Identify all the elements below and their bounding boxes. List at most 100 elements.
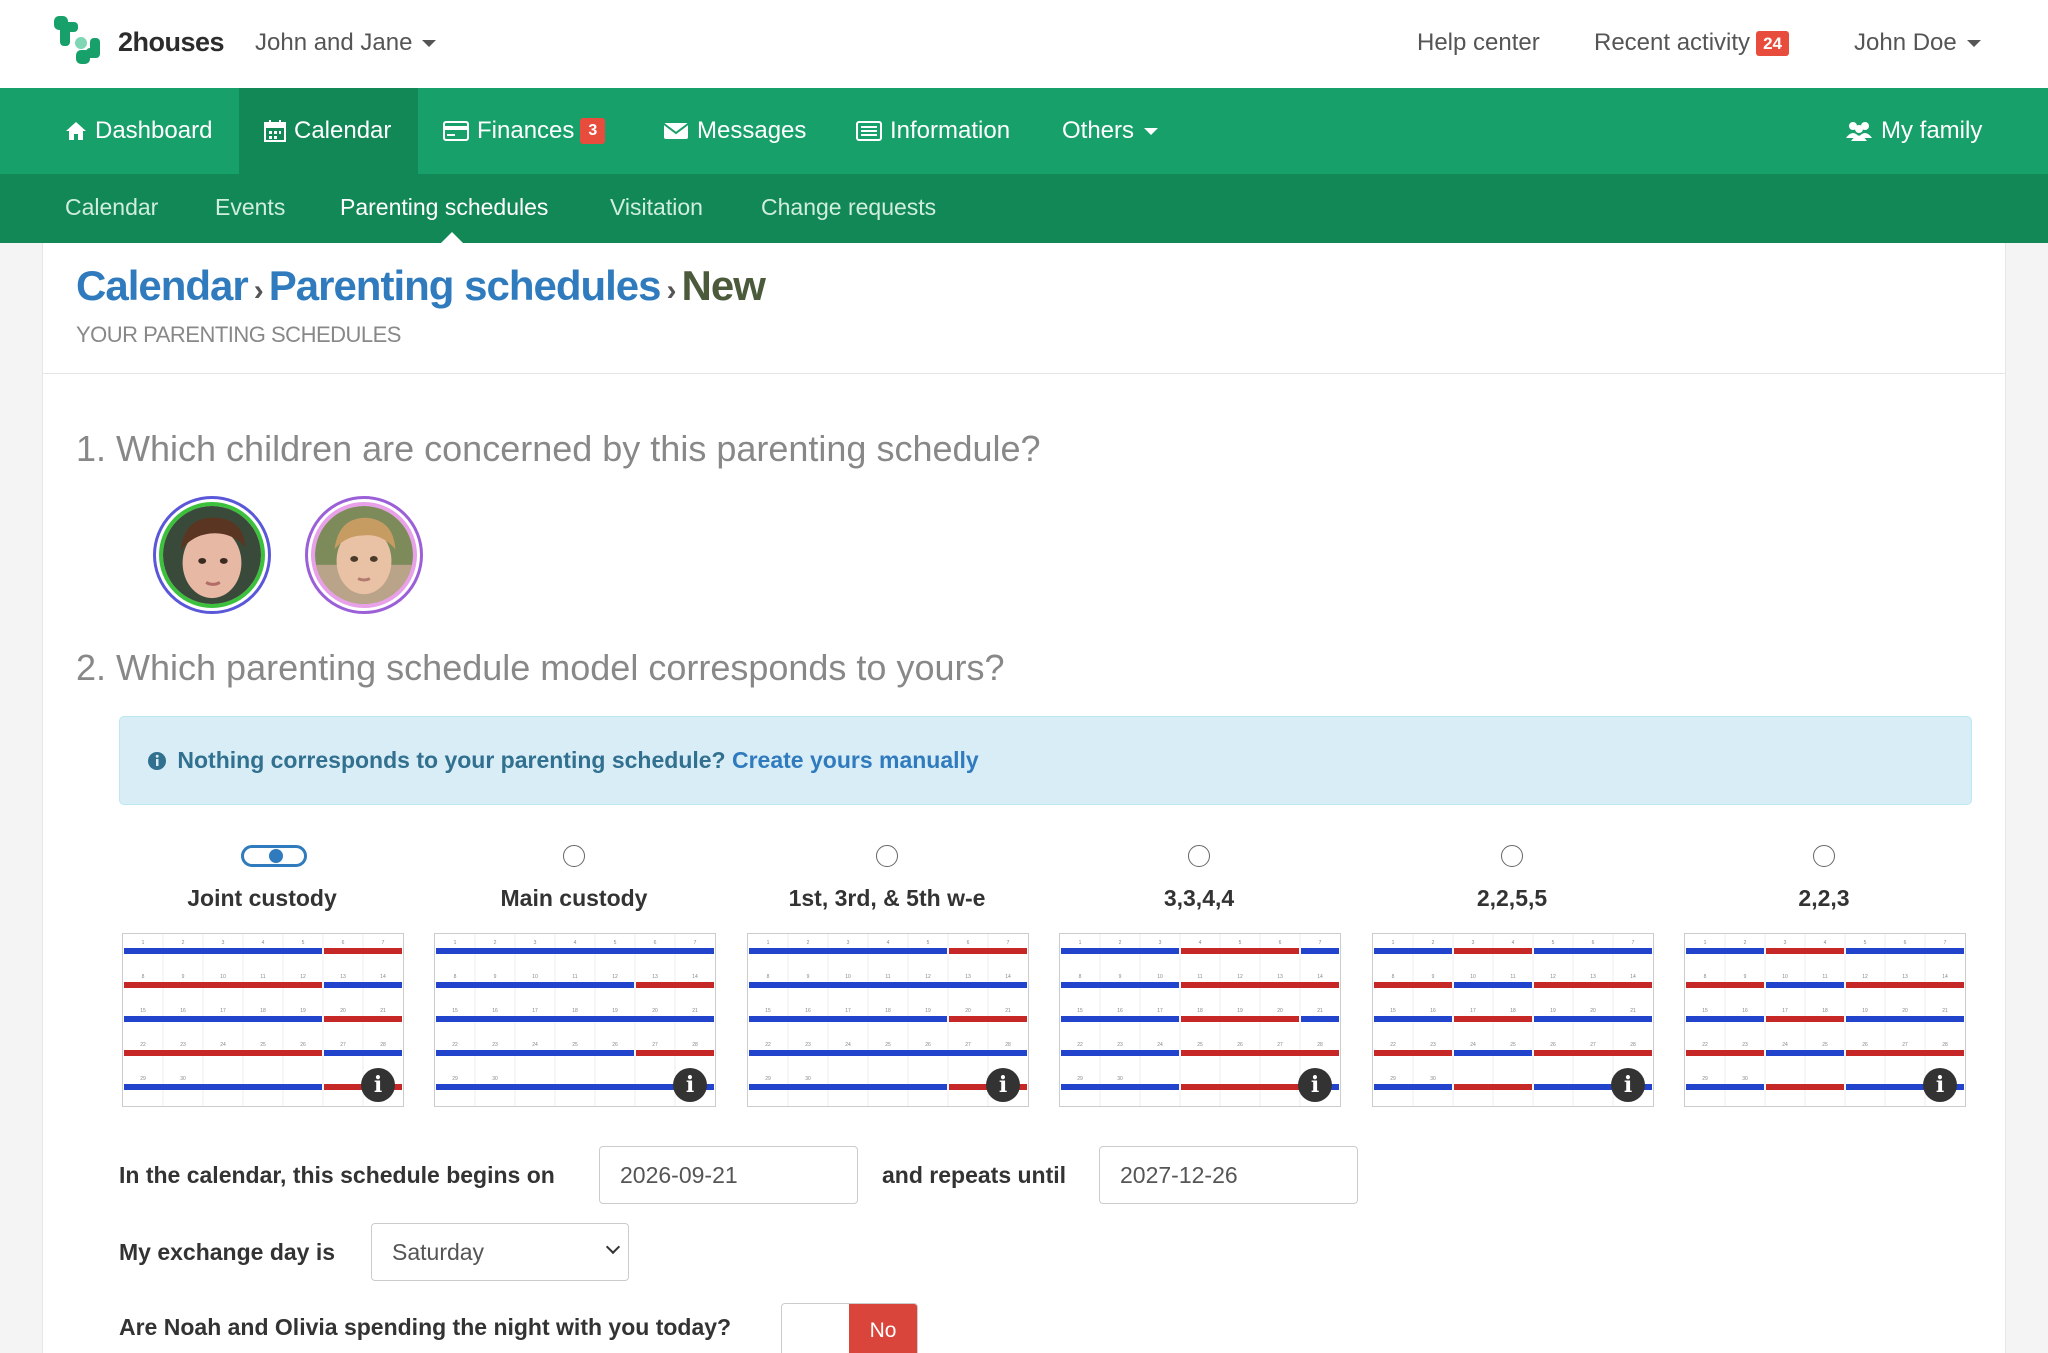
calendar-day-number: 12: [1862, 974, 1868, 980]
schedule-model-radio[interactable]: [563, 845, 585, 867]
overnight-toggle[interactable]: No: [781, 1303, 918, 1353]
family-switcher-label: John and Jane: [255, 29, 413, 56]
family-switcher[interactable]: John and Jane: [255, 29, 437, 57]
main-nav: Dashboard Calendar Finances 3 Messages In…: [0, 88, 2048, 174]
calendar-day-number: 6: [1904, 940, 1907, 946]
nav-calendar[interactable]: Calendar: [239, 88, 418, 174]
schedule-segment: [1374, 948, 1452, 954]
child-photo: [315, 506, 413, 604]
calendar-day-number: 2: [807, 940, 810, 946]
users-icon: [1846, 122, 1872, 141]
calendar-day-number: 25: [1510, 1042, 1516, 1048]
info-icon[interactable]: i: [1611, 1068, 1645, 1102]
user-menu[interactable]: John Doe: [1854, 29, 1981, 57]
calendar-day-number: 8: [142, 974, 145, 980]
calendar-day-number: 3: [1159, 940, 1162, 946]
info-icon[interactable]: i: [673, 1068, 707, 1102]
schedule-segment: [1181, 982, 1339, 988]
schedule-segment: [436, 982, 634, 988]
breadcrumb: Calendar › Parenting schedules › New: [76, 262, 766, 310]
calendar-day-number: 28: [1317, 1042, 1323, 1048]
schedule-segment: [124, 948, 322, 954]
calendar-day-number: 9: [494, 974, 497, 980]
calendar-day-number: 1: [1079, 940, 1082, 946]
create-manually-link[interactable]: Create yours manually: [732, 747, 979, 773]
schedule-segment: [1061, 948, 1179, 954]
calendar-day-number: 29: [1077, 1076, 1083, 1082]
schedule-segment: [949, 948, 1027, 954]
schedule-segment: [324, 1016, 402, 1022]
nav-dashboard[interactable]: Dashboard: [40, 88, 237, 174]
schedule-segment: [124, 982, 322, 988]
calendar-day-number: 7: [1632, 940, 1635, 946]
subnav-visitation[interactable]: Visitation: [610, 194, 703, 221]
calendar-day-number: 5: [1239, 940, 1242, 946]
nav-others[interactable]: Others: [1037, 88, 1183, 174]
breadcrumb-calendar[interactable]: Calendar: [76, 262, 249, 309]
calendar-day-number: 12: [1550, 974, 1556, 980]
schedule-segment: [1534, 948, 1652, 954]
subnav-change-requests[interactable]: Change requests: [761, 194, 936, 221]
nav-finances[interactable]: Finances 3: [418, 88, 630, 174]
logo-icon[interactable]: [50, 12, 112, 74]
calendar-day-number: 27: [1902, 1042, 1908, 1048]
breadcrumb-parenting-schedules[interactable]: Parenting schedules: [269, 262, 662, 309]
chevron-down-icon: [605, 1239, 621, 1255]
subnav-parenting-schedules[interactable]: Parenting schedules: [340, 194, 548, 221]
schedule-segment: [124, 1016, 322, 1022]
nav-my-family[interactable]: My family: [1820, 88, 2007, 174]
nav-information[interactable]: Information: [831, 88, 1035, 174]
calendar-day-number: 18: [1510, 1008, 1516, 1014]
info-icon[interactable]: i: [986, 1068, 1020, 1102]
child-avatar-olivia[interactable]: [305, 496, 423, 614]
calendar-day-number: 19: [300, 1008, 306, 1014]
recent-activity-link[interactable]: Recent activity 24: [1594, 29, 1789, 57]
subnav-calendar[interactable]: Calendar: [65, 194, 158, 221]
repeats-date-input[interactable]: 2027-12-26: [1099, 1146, 1358, 1204]
calendar-day-number: 11: [572, 974, 577, 980]
calendar-day-number: 4: [574, 940, 577, 946]
schedule-model-radio[interactable]: [1501, 845, 1523, 867]
calendar-day-number: 15: [1390, 1008, 1396, 1014]
calendar-day-number: 15: [140, 1008, 146, 1014]
calendar-day-number: 28: [692, 1042, 698, 1048]
info-icon[interactable]: i: [361, 1068, 395, 1102]
calendar-day-number: 7: [382, 940, 385, 946]
calendar-day-number: 7: [1007, 940, 1010, 946]
calendar-day-number: 18: [260, 1008, 266, 1014]
calendar-day-number: 22: [765, 1042, 771, 1048]
calendar-day-number: 30: [805, 1076, 811, 1082]
schedule-segment: [124, 1050, 322, 1056]
schedule-model-radio[interactable]: [876, 845, 898, 867]
schedule-segment: [1301, 948, 1339, 954]
calendar-day-number: 25: [885, 1042, 891, 1048]
schedule-model-radio[interactable]: [241, 845, 307, 867]
info-icon[interactable]: i: [1298, 1068, 1332, 1102]
schedule-model-label: 1st, 3rd, & 5th w-e: [788, 885, 986, 911]
schedule-model-radio[interactable]: [1813, 845, 1835, 867]
child-avatar-noah[interactable]: [153, 496, 271, 614]
exchange-day-select[interactable]: Saturday: [371, 1223, 629, 1281]
schedule-segment: [1181, 1084, 1299, 1090]
begins-date-input[interactable]: 2026-09-21: [599, 1146, 858, 1204]
schedule-segment: [1686, 982, 1764, 988]
brand-name[interactable]: 2houses: [118, 27, 225, 58]
calendar-day-number: 11: [260, 974, 265, 980]
schedule-segment: [1686, 1016, 1764, 1022]
calendar-day-number: 17: [532, 1008, 538, 1014]
calendar-day-number: 21: [1005, 1008, 1011, 1014]
schedule-model-radio[interactable]: [1188, 845, 1210, 867]
calendar-day-number: 5: [614, 940, 617, 946]
schedule-segment: [636, 1050, 714, 1056]
help-center-link[interactable]: Help center: [1417, 29, 1540, 57]
subnav-events[interactable]: Events: [215, 194, 285, 221]
info-icon[interactable]: i: [1923, 1068, 1957, 1102]
calendar-day-number: 24: [1782, 1042, 1788, 1048]
calendar-day-number: 9: [1744, 974, 1747, 980]
calendar-day-number: 24: [220, 1042, 226, 1048]
nav-messages[interactable]: Messages: [638, 88, 831, 174]
calendar-day-number: 20: [1590, 1008, 1596, 1014]
calendar-day-number: 9: [1119, 974, 1122, 980]
calendar-day-number: 8: [1079, 974, 1082, 980]
calendar-day-number: 1: [1704, 940, 1707, 946]
